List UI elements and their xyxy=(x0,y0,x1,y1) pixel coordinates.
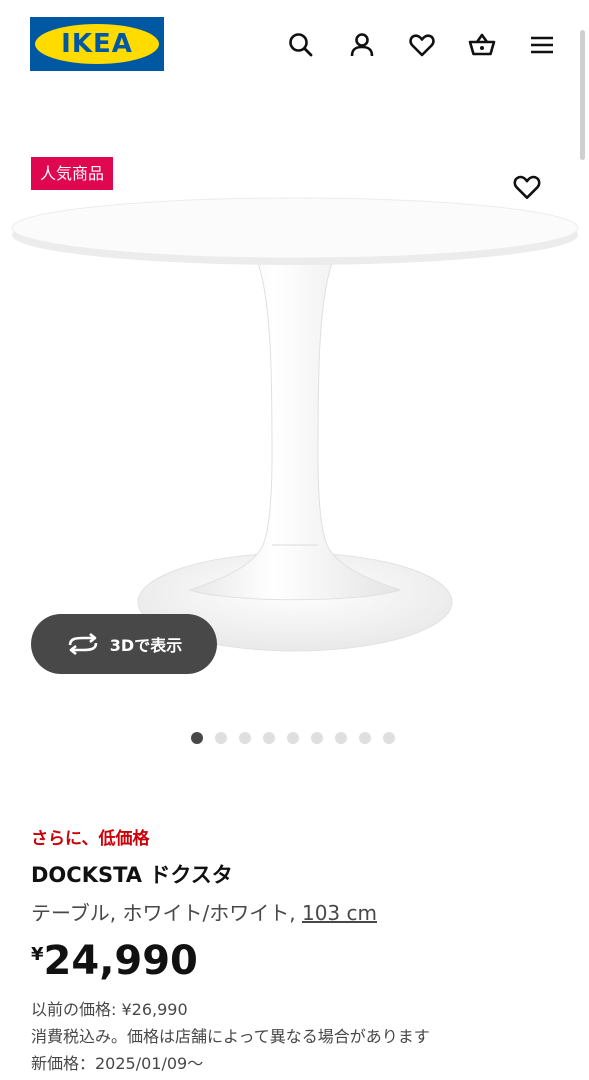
favorite-heart-icon[interactable] xyxy=(511,171,543,203)
pagination-dot[interactable] xyxy=(287,732,299,744)
previous-price: 以前の価格: ¥26,990 xyxy=(31,1000,188,1019)
price-amount: 24,990 xyxy=(43,938,198,984)
pagination-dot[interactable] xyxy=(335,732,347,744)
product-title: DOCKSTA ドクスタ xyxy=(31,863,233,887)
pagination-dot[interactable] xyxy=(359,732,371,744)
price-currency: ¥ xyxy=(31,944,44,965)
page-scrollbar[interactable] xyxy=(580,30,585,160)
pagination-dot[interactable] xyxy=(311,732,323,744)
menu-icon[interactable] xyxy=(527,30,557,60)
popular-badge: 人気商品 xyxy=(31,157,114,190)
search-icon[interactable] xyxy=(286,30,316,60)
ikea-logo[interactable]: IKEA xyxy=(30,17,164,71)
pagination-dot[interactable] xyxy=(263,732,275,744)
logo-text: IKEA xyxy=(61,29,133,59)
pagination-dot[interactable] xyxy=(383,732,395,744)
rotate-3d-icon xyxy=(66,632,100,656)
pagination-dot[interactable] xyxy=(215,732,227,744)
product-image[interactable] xyxy=(10,185,580,655)
product-variant-text: テーブル, ホワイト/ホワイト, xyxy=(31,901,302,925)
tax-note: 消費税込み。価格は店舗によって異なる場合があります xyxy=(31,1027,430,1046)
pagination-dot[interactable] xyxy=(191,732,203,744)
pagination-dot[interactable] xyxy=(239,732,251,744)
heart-icon[interactable] xyxy=(407,30,437,60)
new-price-date: 新価格：2025/01/09〜 xyxy=(31,1054,204,1073)
logo-oval: IKEA xyxy=(35,24,159,64)
site-header: IKEA xyxy=(0,0,589,90)
product-description: テーブル, ホワイト/ホワイト, 103 cm xyxy=(31,897,377,926)
product-dimension-link[interactable]: 103 cm xyxy=(302,901,377,925)
lower-price-label: さらに、低価格 xyxy=(31,829,150,849)
basket-icon[interactable] xyxy=(467,30,497,60)
image-pagination xyxy=(191,731,395,745)
view-3d-label: 3Dで表示 xyxy=(109,636,183,655)
product-price: ¥24,990 xyxy=(31,938,198,984)
view-3d-button[interactable]: 3Dで表示 xyxy=(31,614,217,674)
user-icon[interactable] xyxy=(347,30,377,60)
